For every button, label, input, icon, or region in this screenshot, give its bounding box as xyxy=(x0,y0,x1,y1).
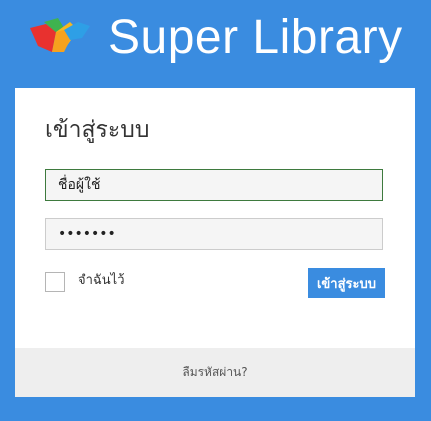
app-title: Super Library xyxy=(108,11,403,64)
username-input[interactable] xyxy=(45,169,383,201)
password-input[interactable] xyxy=(45,218,383,250)
remember-me-checkbox[interactable] xyxy=(45,272,65,292)
open-book-icon xyxy=(30,18,90,52)
forgot-password-link[interactable]: ลืมรหัสผ่าน? xyxy=(15,362,415,382)
remember-me-label[interactable]: จำฉันไว้ xyxy=(78,271,125,291)
card-footer: ลืมรหัสผ่าน? xyxy=(15,348,415,397)
login-button[interactable]: เข้าสู่ระบบ xyxy=(308,268,385,298)
app-header: Super Library xyxy=(0,0,431,88)
login-card: เข้าสู่ระบบ จำฉันไว้ เข้าสู่ระบบ ลืมรหัส… xyxy=(15,88,415,397)
login-title: เข้าสู่ระบบ xyxy=(45,117,150,143)
